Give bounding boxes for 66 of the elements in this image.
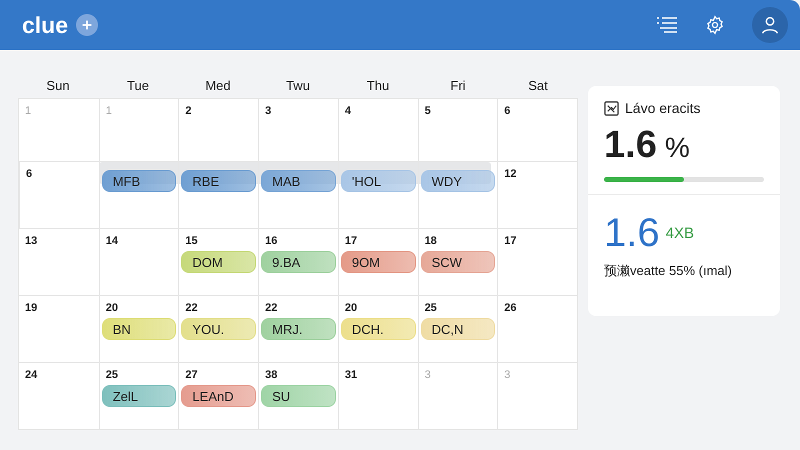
stat-change: 4XB	[666, 225, 694, 242]
day-number: 22	[185, 302, 198, 316]
stat-value: 1.6	[604, 124, 657, 167]
weekday-label: Fri	[450, 78, 466, 92]
day-number: 3	[265, 105, 272, 119]
day-number: 1	[25, 105, 32, 119]
day-number: 22	[265, 302, 278, 316]
event-chip[interactable]: MRJ.	[261, 318, 336, 340]
event-chip[interactable]: 'HOL	[340, 170, 416, 192]
weekday-label: Sun	[46, 78, 70, 92]
day-number: 24	[25, 369, 38, 383]
day-number: 4	[344, 105, 351, 119]
day-number: 15	[185, 235, 198, 249]
day-number: 1	[106, 105, 112, 119]
list-icon[interactable]	[656, 15, 678, 35]
day-number: 17	[504, 235, 517, 249]
stat-note: 预濑veatte 55% (ımal)	[604, 262, 733, 280]
day-number: 31	[344, 369, 358, 383]
weekday-label: Sat	[528, 78, 548, 92]
card-title: Lávo eracits	[625, 100, 700, 116]
event-chip[interactable]: LEAnD	[181, 385, 256, 407]
event-chip[interactable]: DC,N	[420, 318, 496, 340]
event-chip[interactable]: ZelL	[102, 385, 176, 407]
day-number: 6	[504, 105, 510, 119]
day-number: 14	[106, 235, 118, 249]
weekday-label: Thu	[366, 78, 390, 92]
weekday-label: Twu	[286, 78, 310, 92]
day-number: 27	[185, 369, 198, 383]
event-chip[interactable]: MAB	[261, 170, 336, 192]
day-number: 2	[185, 105, 192, 119]
stat-unit: %	[664, 132, 690, 164]
day-number: 18	[424, 235, 437, 249]
day-number: 26	[504, 302, 517, 316]
day-number: 20	[344, 302, 358, 316]
day-number: 38	[265, 369, 278, 383]
event-chip[interactable]: DOM	[181, 251, 256, 273]
day-number: 5	[424, 105, 431, 119]
event-chip[interactable]: SCW	[420, 251, 496, 273]
day-number: 6	[26, 168, 32, 182]
day-number: 17	[344, 235, 358, 249]
day-number: 20	[106, 302, 118, 316]
day-number: 3	[424, 369, 431, 383]
event-chip[interactable]: MFB	[102, 170, 176, 192]
event-chip[interactable]: BN	[102, 318, 176, 340]
event-chip[interactable]: WDY	[420, 170, 496, 192]
day-number: 12	[504, 168, 517, 182]
day-number: 25	[424, 302, 437, 316]
event-chip[interactable]: 9OM	[340, 251, 416, 273]
weekday-label: Tue	[127, 78, 149, 92]
add-icon[interactable]	[76, 14, 98, 36]
day-number: 19	[25, 302, 38, 316]
stat-value: 1.6	[604, 211, 660, 256]
event-chip[interactable]: YOU.	[181, 318, 256, 340]
user-avatar[interactable]	[752, 7, 788, 43]
event-chip[interactable]: RBE	[181, 170, 256, 192]
event-chip[interactable]: DCH.	[340, 318, 416, 340]
event-chip[interactable]: 9.BA	[261, 251, 336, 273]
day-number: 16	[265, 235, 278, 249]
app-logo[interactable]: clue	[22, 12, 68, 38]
day-number: 25	[106, 369, 118, 383]
settings-icon[interactable]	[704, 15, 726, 35]
event-chip[interactable]: SU	[261, 385, 336, 407]
day-number: 13	[25, 235, 38, 249]
weekday-label: Med	[205, 78, 231, 92]
chart-icon	[604, 100, 619, 116]
day-number: 3	[504, 369, 510, 383]
